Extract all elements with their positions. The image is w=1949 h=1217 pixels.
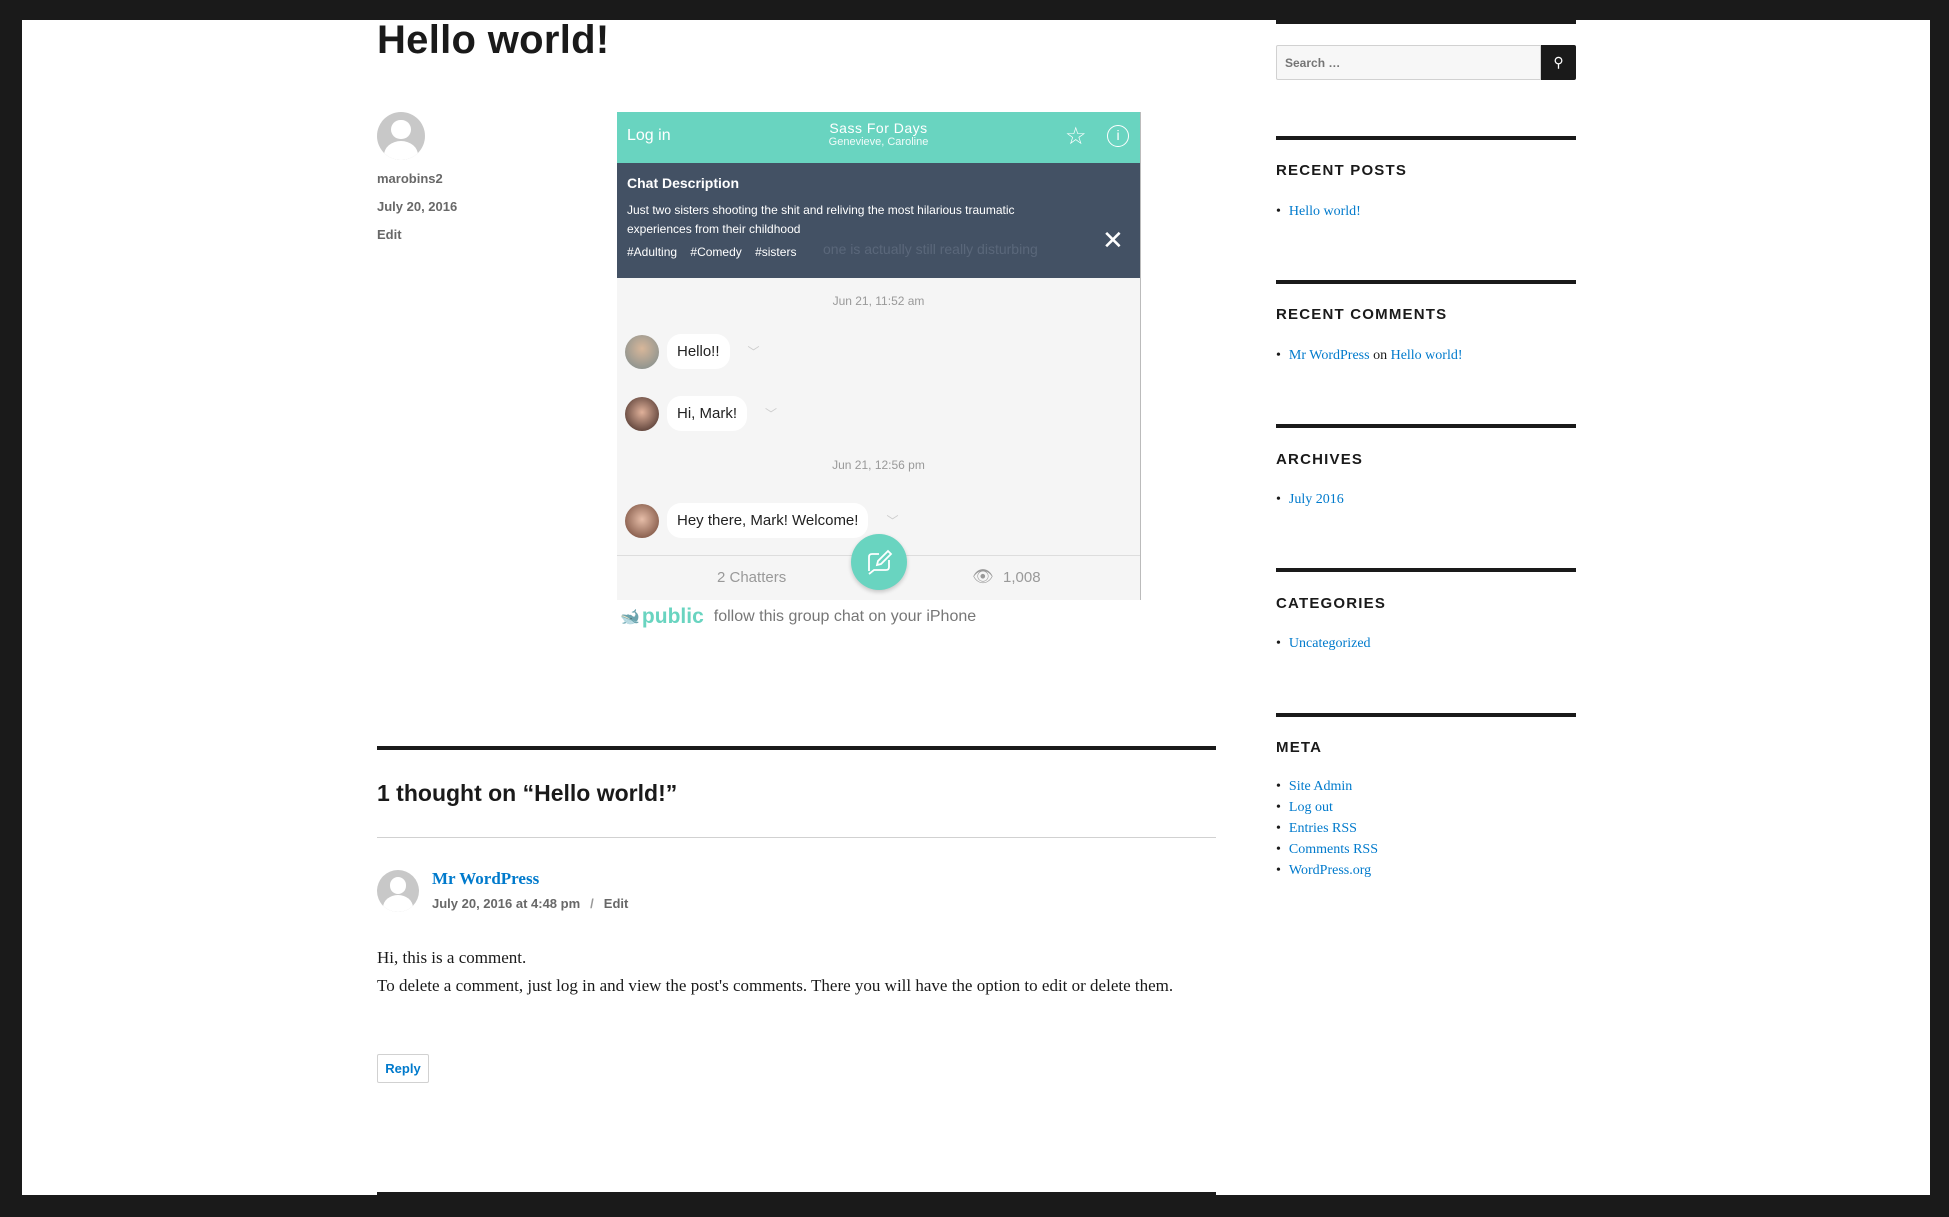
login-button[interactable]: Log in [627,127,671,145]
widget-title-recent-posts: RECENT POSTS [1276,162,1408,179]
pencil-icon [868,549,893,575]
page-title: Hello world! [377,18,610,62]
widget-title-recent-comments: RECENT COMMENTS [1276,306,1448,323]
separator: / [590,896,594,911]
ghost-message-text: one is actually still really disturbing [823,241,1038,257]
comment-author-link[interactable]: Mr WordPress [1289,348,1370,363]
chat-name: Sass For Days [829,120,928,136]
user-avatar [625,334,659,369]
widget-title-meta: META [1276,739,1323,756]
recent-post-link[interactable]: Hello world! [1289,204,1361,219]
divider [1276,424,1576,428]
timestamp: Jun 21, 11:52 am [832,294,925,308]
message-bubble: Hey there, Mark! Welcome! [667,503,869,538]
post-edit-link[interactable]: Edit [377,227,402,242]
chat-header: Log in Sass For Days Genevieve, Caroline… [617,112,1140,163]
follow-text: follow this group chat on your iPhone [713,608,977,625]
divider [1276,568,1576,572]
info-icon[interactable]: i [1107,125,1129,147]
meta-link-site-admin[interactable]: Site Admin [1289,779,1352,794]
chat-message: Hi, Mark! ﹀ [625,396,777,431]
search-form: ⚲ [1276,45,1576,80]
comments-title: 1 thought on “Hello world!” [377,780,678,806]
tag[interactable]: #Adulting [627,245,677,259]
comment-post-link[interactable]: Hello world! [1391,348,1463,363]
archive-link[interactable]: July 2016 [1289,492,1344,507]
chat-widget: Log in Sass For Days Genevieve, Caroline… [617,112,1141,600]
description-text: Just two sisters shooting the shit and r… [627,203,1015,236]
comment-text: Hi, this is a comment. [377,948,527,967]
chat-message: Hey there, Mark! Welcome! ﹀ [625,503,898,538]
user-avatar [625,503,659,538]
search-button[interactable]: ⚲ [1541,45,1576,80]
divider [1276,713,1576,717]
public-promo[interactable]: 🐋 public follow this group chat on your … [620,605,976,629]
comment-date-link[interactable]: July 20, 2016 at 4:48 pm [432,896,580,911]
chat-members: Genevieve, Caroline [828,136,929,148]
timestamp: Jun 21, 12:56 pm [832,458,925,472]
search-input[interactable] [1276,45,1541,80]
divider [1276,20,1576,24]
message-bubble: Hello!! [667,334,730,369]
comment-body: Hi, this is a comment. To delete a comme… [377,944,1222,1000]
divider [1276,280,1576,284]
compose-button[interactable] [851,534,907,590]
meta-link-wordpress-org[interactable]: WordPress.org [1289,863,1371,878]
message-bubble: Hi, Mark! [667,396,747,431]
chevron-down-icon[interactable]: ﹀ [765,405,777,422]
chat-description-panel: Chat Description Just two sisters shooti… [617,163,1140,278]
search-icon: ⚲ [1553,54,1564,70]
divider [377,1192,1216,1196]
author-avatar [377,112,425,160]
comment-text: To delete a comment, just log in and vie… [377,976,1174,995]
category-link[interactable]: Uncategorized [1289,636,1371,651]
comment-edit-link[interactable]: Edit [604,896,629,911]
view-count: 1,008 [1003,569,1041,586]
tag[interactable]: #Comedy [690,245,741,259]
star-icon[interactable]: ☆ [1065,122,1087,151]
widget-title-categories: CATEGORIES [1276,595,1387,612]
meta-link-entries-rss[interactable]: Entries RSS [1289,821,1357,836]
divider [1276,136,1576,140]
whale-icon: 🐋 [620,609,640,626]
reply-button[interactable]: Reply [377,1054,429,1083]
user-avatar [625,396,659,431]
meta-link-comments-rss[interactable]: Comments RSS [1289,842,1378,857]
comment-author-link[interactable]: Mr WordPress [432,869,539,889]
author-link[interactable]: marobins2 [377,171,443,186]
eye-icon: 👁 [972,567,994,586]
divider [377,837,1216,838]
commenter-avatar [377,870,419,912]
divider [377,746,1216,750]
chevron-down-icon[interactable]: ﹀ [886,512,898,529]
chat-message: Hello!! ﹀ [625,334,760,369]
close-icon[interactable]: ✕ [1102,225,1124,256]
post-date-link[interactable]: July 20, 2016 [377,199,457,214]
tag[interactable]: #sisters [755,245,796,259]
public-logo: public [641,605,704,628]
widget-title-archives: ARCHIVES [1276,451,1364,468]
on-text: on [1373,348,1388,363]
chevron-down-icon[interactable]: ﹀ [748,343,760,360]
description-title: Chat Description [627,175,740,191]
meta-link-log-out[interactable]: Log out [1289,800,1333,815]
chatters-count[interactable]: 2 Chatters [717,569,786,586]
